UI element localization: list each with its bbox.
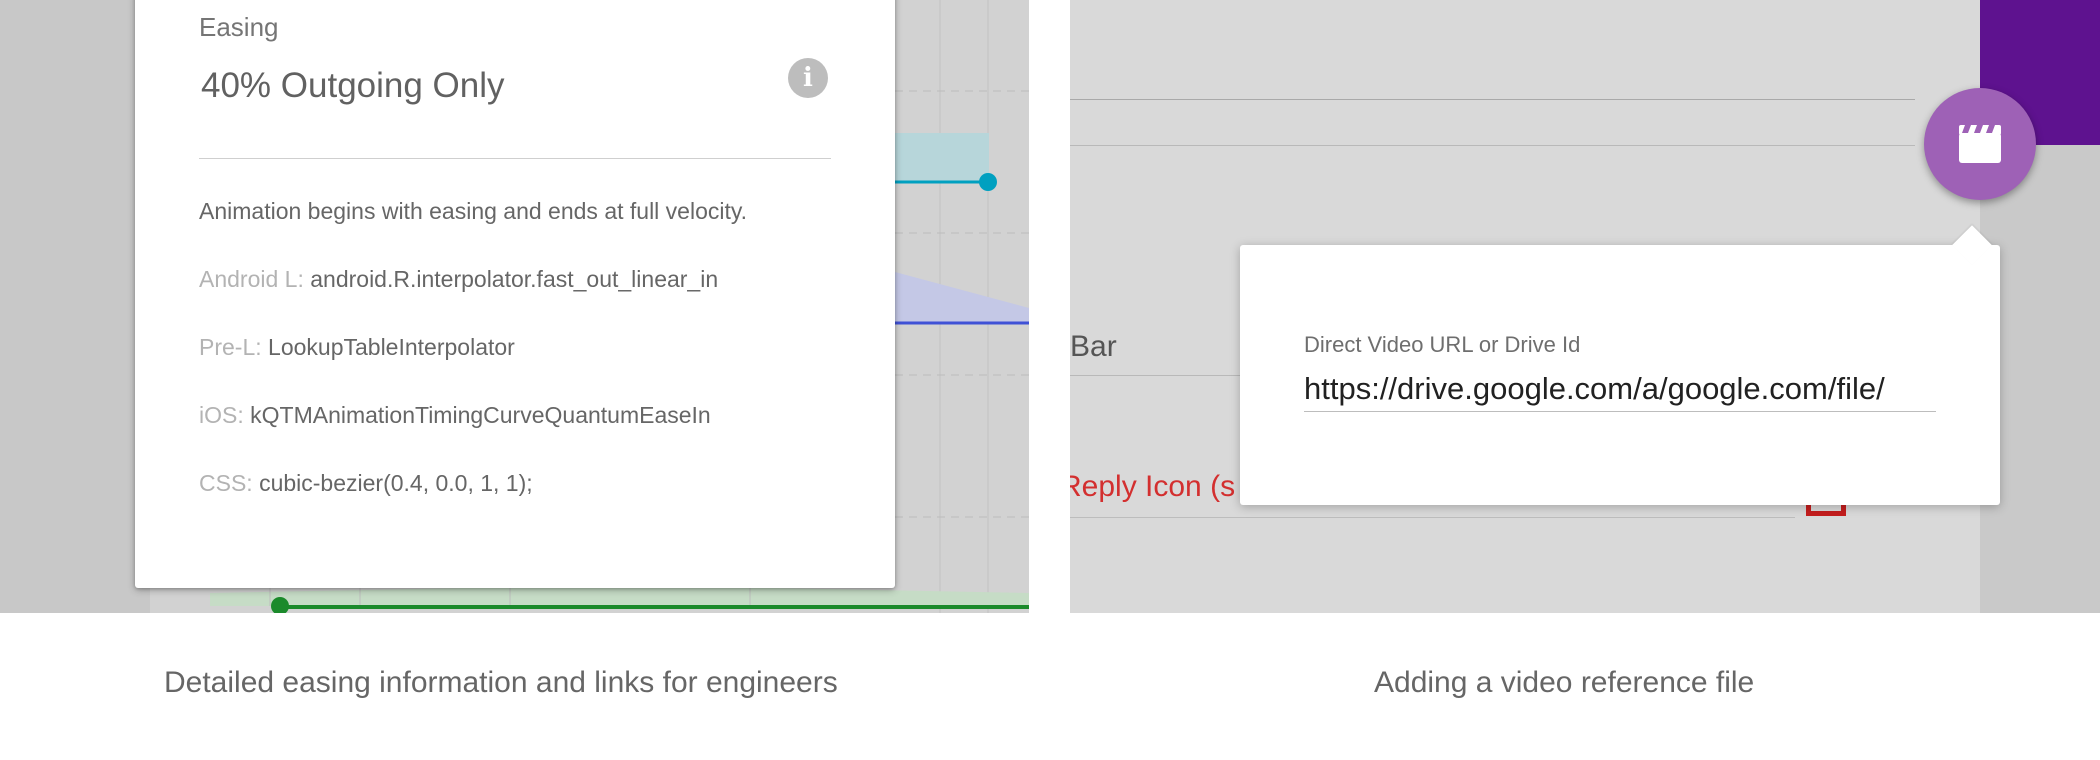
list-divider [1070, 517, 1795, 518]
easing-description: Animation begins with easing and ends at… [199, 198, 748, 224]
card-divider [199, 158, 831, 159]
android-l-value[interactable]: android.R.interpolator.fast_out_linear_i… [310, 266, 718, 292]
video-url-label: Direct Video URL or Drive Id [1304, 332, 1581, 357]
pre-l-key: Pre-L: [199, 334, 262, 360]
bar-item-label: Bar [1070, 330, 1117, 363]
list-divider [1070, 145, 1915, 146]
android-l-key: Android L: [199, 266, 304, 292]
css-value[interactable]: cubic-bezier(0.4, 0.0, 1, 1); [259, 470, 533, 496]
video-reference-panel: Bar Reply Icon (s Direct Video URL or Dr… [1070, 0, 2100, 613]
info-icon[interactable]: i [788, 58, 828, 98]
ios-row: iOS: kQTMAnimationTimingCurveQuantumEase… [199, 402, 711, 429]
reply-icon-item-label: Reply Icon (s [1070, 470, 1236, 503]
easing-info-card: Easing 40% Outgoing Only i Animation beg… [135, 0, 895, 588]
android-l-row: Android L: android.R.interpolator.fast_o… [199, 266, 718, 293]
add-video-button[interactable] [1924, 88, 2036, 200]
video-clapper-icon [1959, 125, 2001, 163]
easing-preview-panel: Easing 40% Outgoing Only i Animation beg… [0, 0, 1029, 613]
right-caption: Adding a video reference file [1374, 666, 1755, 699]
pre-l-row: Pre-L: LookupTableInterpolator [199, 334, 515, 361]
teal-track-endpoint [979, 173, 997, 191]
ios-value[interactable]: kQTMAnimationTimingCurveQuantumEaseIn [250, 402, 711, 428]
video-url-popup: Direct Video URL or Drive Id [1240, 225, 2000, 505]
easing-title: 40% Outgoing Only [201, 66, 505, 105]
css-row: CSS: cubic-bezier(0.4, 0.0, 1, 1); [199, 470, 533, 497]
video-url-input[interactable] [1304, 367, 1936, 412]
ios-key: iOS: [199, 402, 244, 428]
easing-label: Easing [199, 12, 279, 42]
css-key: CSS: [199, 470, 253, 496]
pre-l-value[interactable]: LookupTableInterpolator [268, 334, 515, 360]
list-divider [1070, 99, 1915, 100]
left-caption: Detailed easing information and links fo… [164, 666, 838, 699]
